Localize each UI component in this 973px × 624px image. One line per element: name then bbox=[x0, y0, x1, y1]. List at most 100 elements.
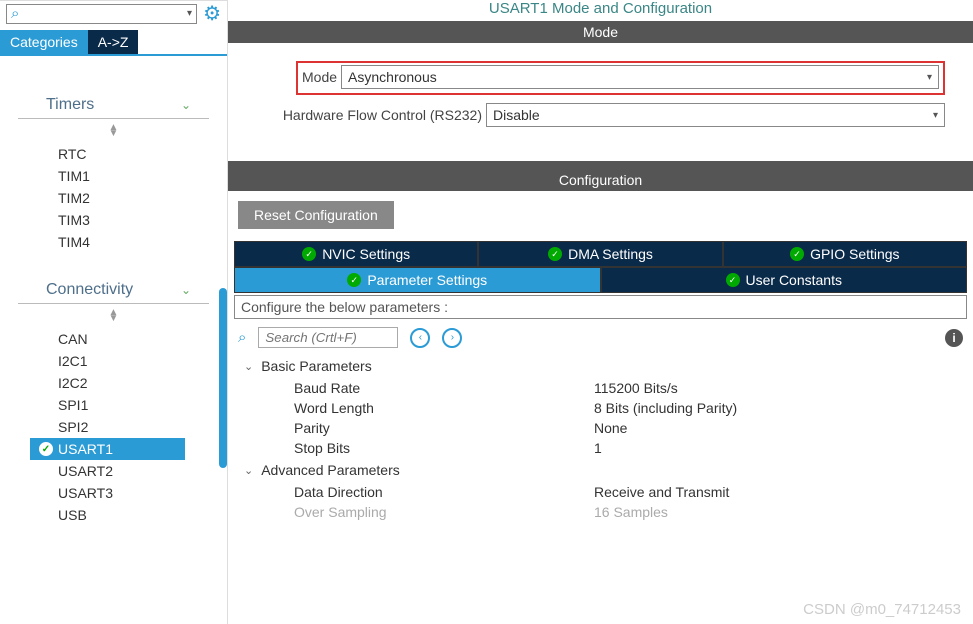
param-name: Parity bbox=[294, 420, 594, 436]
param-search-row: ⌕ ‹ › i bbox=[234, 321, 967, 354]
check-icon: ✓ bbox=[347, 273, 361, 287]
sort-icon[interactable]: ▲▼ bbox=[0, 310, 227, 322]
search-icon: ⌕ bbox=[238, 329, 246, 346]
sidebar-content: Timers⌄ ▲▼ RTC TIM1 TIM2 TIM3 TIM4 Connectivity… bbox=[0, 56, 227, 624]
hwfc-value: Disable bbox=[493, 107, 540, 123]
sidebar-item-usart3[interactable]: USART3 bbox=[58, 482, 227, 504]
config-header: Configuration bbox=[228, 169, 973, 191]
hwfc-select[interactable]: Disable ▾ bbox=[486, 103, 945, 127]
sidebar-tabs: Categories A->Z bbox=[0, 30, 227, 56]
config-section: Reset Configuration ✓NVIC Settings✓DMA S… bbox=[228, 191, 973, 522]
sidebar-item-tim1[interactable]: TIM1 bbox=[58, 165, 227, 187]
param-name: Stop Bits bbox=[294, 440, 594, 456]
sidebar-item-label: USART2 bbox=[58, 463, 113, 479]
param-value: None bbox=[594, 420, 627, 436]
param-group-advanced-parameters[interactable]: ⌄Advanced Parameters bbox=[244, 458, 957, 482]
tab-categories[interactable]: Categories bbox=[0, 30, 88, 54]
check-icon: ✓ bbox=[302, 247, 316, 261]
mode-header: Mode bbox=[228, 21, 973, 43]
sidebar-item-label: USART1 bbox=[58, 441, 113, 457]
tab-nvic-settings[interactable]: ✓NVIC Settings bbox=[234, 241, 478, 267]
check-icon: ✓ bbox=[790, 247, 804, 261]
param-name: Data Direction bbox=[294, 484, 594, 500]
sidebar-item-i2c2[interactable]: I2C2 bbox=[58, 372, 227, 394]
param-value: 8 Bits (including Parity) bbox=[594, 400, 737, 416]
scrollbar[interactable] bbox=[219, 288, 227, 468]
page-title: USART1 Mode and Configuration bbox=[228, 0, 973, 21]
sidebar-item-spi2[interactable]: SPI2 bbox=[58, 416, 227, 438]
sidebar-search-row: ⌕ ▾ ⚙ bbox=[0, 0, 227, 30]
sidebar-item-rtc[interactable]: RTC bbox=[58, 143, 227, 165]
sidebar: ⌕ ▾ ⚙ Categories A->Z Timers⌄ ▲▼ RTC TIM1 TI… bbox=[0, 0, 228, 624]
main-panel: USART1 Mode and Configuration Mode Mode … bbox=[228, 0, 973, 624]
chevron-down-icon: ▾ bbox=[933, 110, 938, 121]
sidebar-item-can[interactable]: CAN bbox=[58, 328, 227, 350]
chevron-down-icon: ⌄ bbox=[244, 464, 253, 477]
sidebar-item-label: USB bbox=[58, 507, 87, 523]
check-icon: ✓ bbox=[548, 247, 562, 261]
check-icon: ✓ bbox=[38, 441, 54, 457]
chevron-down-icon: ▾ bbox=[187, 8, 192, 19]
param-row[interactable]: Stop Bits1 bbox=[244, 438, 957, 458]
sidebar-item-usart2[interactable]: USART2 bbox=[58, 460, 227, 482]
sidebar-item-label: USART3 bbox=[58, 485, 113, 501]
param-note: Configure the below parameters : bbox=[234, 295, 967, 319]
mode-value: Asynchronous bbox=[348, 69, 437, 85]
sidebar-item-label: I2C2 bbox=[58, 375, 88, 391]
param-name: Baud Rate bbox=[294, 380, 594, 396]
param-row[interactable]: Data DirectionReceive and Transmit bbox=[244, 482, 957, 502]
tab-parameter-settings[interactable]: ✓Parameter Settings bbox=[234, 267, 601, 293]
watermark: CSDN @m0_74712453 bbox=[803, 601, 961, 618]
param-search-input[interactable] bbox=[258, 327, 398, 348]
tab-az[interactable]: A->Z bbox=[88, 30, 139, 54]
chevron-down-icon: ⌄ bbox=[181, 283, 191, 297]
param-row[interactable]: ParityNone bbox=[244, 418, 957, 438]
sidebar-item-spi1[interactable]: SPI1 bbox=[58, 394, 227, 416]
param-value: 16 Samples bbox=[594, 504, 668, 520]
param-row[interactable]: Word Length8 Bits (including Parity) bbox=[244, 398, 957, 418]
param-row[interactable]: Baud Rate115200 Bits/s bbox=[244, 378, 957, 398]
category-timers[interactable]: Timers⌄ bbox=[18, 92, 209, 119]
sidebar-item-label: TIM4 bbox=[58, 234, 90, 250]
chevron-down-icon: ▾ bbox=[927, 72, 932, 83]
sidebar-item-label: TIM2 bbox=[58, 190, 90, 206]
sidebar-search-input[interactable]: ⌕ ▾ bbox=[6, 4, 197, 24]
chevron-down-icon: ⌄ bbox=[244, 360, 253, 373]
sidebar-item-label: TIM1 bbox=[58, 168, 90, 184]
info-icon[interactable]: i bbox=[945, 329, 963, 347]
category-connectivity[interactable]: Connectivity⌄ bbox=[18, 277, 209, 304]
chevron-down-icon: ⌄ bbox=[181, 98, 191, 112]
sort-icon[interactable]: ▲▼ bbox=[0, 125, 227, 137]
param-value: 115200 Bits/s bbox=[594, 380, 678, 396]
param-value: 1 bbox=[594, 440, 602, 456]
sidebar-item-label: RTC bbox=[58, 146, 87, 162]
next-icon[interactable]: › bbox=[442, 328, 462, 348]
sidebar-item-usart1[interactable]: ✓USART1 bbox=[30, 438, 185, 460]
hwfc-label: Hardware Flow Control (RS232) bbox=[256, 107, 486, 123]
check-icon: ✓ bbox=[726, 273, 740, 287]
param-group-basic-parameters[interactable]: ⌄Basic Parameters bbox=[244, 354, 957, 378]
sidebar-item-tim2[interactable]: TIM2 bbox=[58, 187, 227, 209]
sidebar-item-label: SPI1 bbox=[58, 397, 88, 413]
sidebar-item-usb[interactable]: USB bbox=[58, 504, 227, 526]
gear-icon[interactable]: ⚙ bbox=[203, 1, 221, 26]
param-tree: ⌄Basic ParametersBaud Rate115200 Bits/sW… bbox=[234, 354, 967, 522]
mode-label: Mode bbox=[302, 69, 341, 85]
tab-user-constants[interactable]: ✓User Constants bbox=[601, 267, 968, 293]
sidebar-item-tim4[interactable]: TIM4 bbox=[58, 231, 227, 253]
param-name: Over Sampling bbox=[294, 504, 594, 520]
sidebar-item-tim3[interactable]: TIM3 bbox=[58, 209, 227, 231]
tab-dma-settings[interactable]: ✓DMA Settings bbox=[478, 241, 722, 267]
tab-gpio-settings[interactable]: ✓GPIO Settings bbox=[723, 241, 967, 267]
param-value: Receive and Transmit bbox=[594, 484, 729, 500]
config-tabs-top: ✓NVIC Settings✓DMA Settings✓GPIO Setting… bbox=[234, 241, 967, 267]
mode-select[interactable]: Asynchronous ▾ bbox=[341, 65, 939, 89]
mode-row-highlighted: Mode Asynchronous ▾ bbox=[296, 61, 945, 95]
sidebar-item-i2c1[interactable]: I2C1 bbox=[58, 350, 227, 372]
reset-configuration-button[interactable]: Reset Configuration bbox=[238, 201, 394, 229]
mode-section: Mode Asynchronous ▾ Hardware Flow Contro… bbox=[228, 43, 973, 155]
sidebar-item-label: I2C1 bbox=[58, 353, 88, 369]
param-row[interactable]: Over Sampling16 Samples bbox=[244, 502, 957, 522]
divider bbox=[228, 161, 973, 169]
prev-icon[interactable]: ‹ bbox=[410, 328, 430, 348]
